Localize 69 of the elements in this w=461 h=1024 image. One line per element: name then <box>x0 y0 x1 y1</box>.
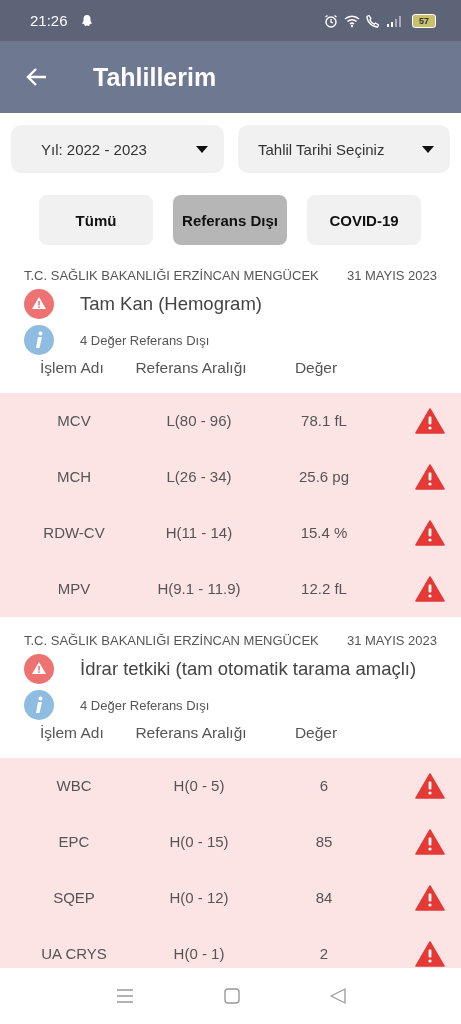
result-value: 25.6 pg <box>297 468 350 486</box>
reference-range: H(0 - 15) <box>168 833 230 851</box>
reference-range: L(26 - 34) <box>165 468 233 486</box>
test-code: WBC <box>55 777 93 795</box>
out-of-range-count: 4 Değer Referans Dışı <box>80 332 210 348</box>
result-date: 31 MAYIS 2023 <box>346 633 437 648</box>
dropdown[interactable]: Tahlil Tarihi Seçiniz <box>238 125 450 173</box>
menu-icon[interactable] <box>115 988 134 1004</box>
result-value: 2 <box>318 945 330 963</box>
result-date: 31 MAYIS 2023 <box>346 268 437 283</box>
test-code: MCH <box>55 468 93 486</box>
column-header: Referans Aralığı <box>134 359 248 377</box>
result-value: 78.1 fL <box>300 412 348 430</box>
page-title: Tahlillerim <box>93 62 217 92</box>
caret-icon <box>196 145 208 153</box>
result-value: 85 <box>314 833 334 851</box>
out-of-range-count: 4 Değer Referans Dışı <box>80 697 210 713</box>
test-code: UA CRYS <box>40 945 108 963</box>
column-header: Değer <box>293 359 339 377</box>
result-value: 12.2 fL <box>300 580 348 598</box>
alert-icon <box>415 885 445 911</box>
dropdown[interactable]: Yıl: 2022 - 2023 <box>11 125 224 173</box>
result-value: 15.4 % <box>299 524 349 542</box>
caret-icon <box>422 145 434 153</box>
result-value: 6 <box>318 777 330 795</box>
back-arrow-icon[interactable] <box>25 67 47 87</box>
institution-name: T.C. SAĞLIK BAKANLIĞI ERZİNCAN MENGÜCEK <box>24 633 319 648</box>
info-icon <box>24 690 54 720</box>
test-code: EPC <box>57 833 91 851</box>
column-header: İşlem Adı <box>39 359 105 377</box>
warning-icon <box>24 289 54 319</box>
alert-icon <box>415 464 445 490</box>
institution-name: T.C. SAĞLIK BAKANLIĞI ERZİNCAN MENGÜCEK <box>24 268 319 283</box>
phone-icon <box>366 13 380 28</box>
test-code: RDW-CV <box>42 524 106 542</box>
ghost-icon <box>79 13 94 28</box>
alert-icon <box>415 408 445 434</box>
test-code: SQEP <box>52 889 96 907</box>
status-time: 21:26 <box>30 12 68 29</box>
reference-range: H(9.1 - 11.9) <box>156 580 242 598</box>
alert-icon <box>415 773 445 799</box>
column-header: Referans Aralığı <box>134 724 248 742</box>
test-name: İdrar tetkiki (tam otomatik tarama amaçlı) <box>80 658 417 680</box>
reference-range: H(11 - 14) <box>164 524 234 542</box>
reference-range: H(0 - 1) <box>172 945 226 963</box>
alert-icon <box>415 941 445 967</box>
test-name: Tam Kan (Hemogram) <box>80 293 262 315</box>
warning-icon <box>24 654 54 684</box>
signal-icon <box>386 14 402 27</box>
info-icon <box>24 325 54 355</box>
reference-range: H(0 - 12) <box>168 889 230 907</box>
reference-range: L(80 - 96) <box>165 412 233 430</box>
alert-icon <box>415 829 445 855</box>
alert-icon <box>415 520 445 546</box>
filter-tab[interactable]: COVID-19 <box>307 195 421 245</box>
result-value: 84 <box>314 889 334 907</box>
home-icon[interactable] <box>223 988 240 1004</box>
alarm-icon <box>324 13 338 28</box>
column-header: İşlem Adı <box>39 724 105 742</box>
alert-icon <box>415 576 445 602</box>
wifi-icon <box>344 13 360 28</box>
filter-tab[interactable]: Referans Dışı <box>173 195 287 245</box>
battery-icon: 57 <box>412 13 436 28</box>
filter-tab[interactable]: Tümü <box>39 195 153 245</box>
column-header: Değer <box>293 724 339 742</box>
reference-range: H(0 - 5) <box>172 777 226 795</box>
test-code: MCV <box>56 412 92 430</box>
test-code: MPV <box>56 580 92 598</box>
back-icon[interactable] <box>329 988 346 1004</box>
